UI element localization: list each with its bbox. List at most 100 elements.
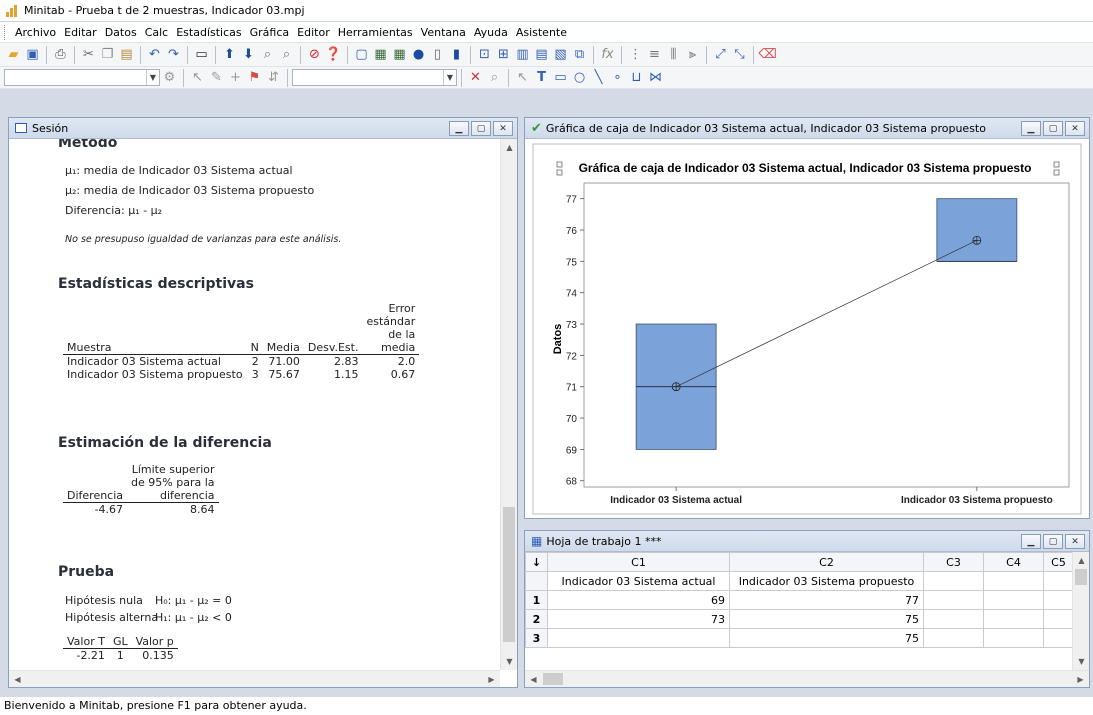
eraser-icon[interactable]: ⌫ <box>758 46 776 63</box>
menu-ayuda[interactable]: Ayuda <box>470 22 512 43</box>
polygon-tool-icon[interactable]: ⊔ <box>628 69 645 86</box>
menu-herramientas[interactable]: Herramientas <box>334 22 417 43</box>
font-combo[interactable]: ▼ <box>4 69 160 86</box>
insert-rows-icon[interactable]: ≡ <box>646 46 663 63</box>
minimize-icon[interactable]: ▁ <box>1021 534 1041 549</box>
marker-tool-icon[interactable]: ∘ <box>609 69 626 86</box>
column-name-c5[interactable] <box>1043 571 1074 591</box>
column-header-c4[interactable]: C4 <box>983 552 1044 572</box>
history-icon[interactable]: ▯ <box>429 46 446 63</box>
row-number[interactable]: 1 <box>525 590 548 610</box>
find-icon[interactable]: ⌕ <box>259 46 276 63</box>
rectangle-tool-icon[interactable]: ▭ <box>552 69 569 86</box>
cell-c3[interactable] <box>923 609 984 629</box>
arrow-down-icon[interactable]: ⬇ <box>240 46 257 63</box>
move-columns-icon[interactable]: ⫸ <box>684 46 701 63</box>
cell-c5[interactable] <box>1043 590 1074 610</box>
worksheet-horizontal-scrollbar[interactable]: ◀ ▶ <box>525 670 1089 687</box>
arrow-up-icon[interactable]: ⬆ <box>221 46 238 63</box>
window-icon[interactable]: ▭ <box>193 46 210 63</box>
open-folder-icon[interactable]: ▰ <box>5 46 22 63</box>
scroll-thumb[interactable] <box>503 507 515 642</box>
scroll-up-icon[interactable]: ▲ <box>1073 552 1089 569</box>
menu-asistente[interactable]: Asistente <box>512 22 571 43</box>
undo-icon[interactable]: ↶ <box>146 46 163 63</box>
scroll-right-icon[interactable]: ▶ <box>1072 671 1089 688</box>
graph-element-combo[interactable]: ▼ <box>292 69 457 86</box>
session-vertical-scrollbar[interactable]: ▲ ▼ <box>500 139 517 670</box>
column-header-c5[interactable]: C5 <box>1043 552 1074 572</box>
chevron-down-icon[interactable]: ▼ <box>146 70 159 85</box>
column-header-c2[interactable]: C2 <box>729 552 924 572</box>
scroll-left-icon[interactable]: ◀ <box>525 671 542 688</box>
column-header-c1[interactable]: C1 <box>547 552 730 572</box>
info-icon[interactable]: ● <box>410 46 427 63</box>
line-tool-icon[interactable]: ╲ <box>590 69 607 86</box>
brush-set-icon[interactable]: ⇵ <box>265 69 282 86</box>
scroll-up-icon[interactable]: ▲ <box>501 139 517 156</box>
scroll-down-icon[interactable]: ▼ <box>501 653 517 670</box>
column-name-c4[interactable] <box>983 571 1044 591</box>
magnifier-icon[interactable]: ⌕ <box>486 69 503 86</box>
redo-icon[interactable]: ↷ <box>165 46 182 63</box>
insert-columns-icon[interactable]: ⫼ <box>665 46 682 63</box>
scroll-left-icon[interactable]: ◀ <box>9 671 26 687</box>
flag-icon[interactable]: ⚑ <box>246 69 263 86</box>
menu-archivo[interactable]: Archivo <box>11 22 60 43</box>
cancel-icon[interactable]: ⊘ <box>306 46 323 63</box>
copy-icon[interactable]: ❐ <box>99 46 116 63</box>
chart-title[interactable]: Gráfica de caja de Indicador 03 Sistema … <box>579 161 1032 175</box>
find-replace-icon[interactable]: ⌕ <box>278 46 295 63</box>
cell-c2[interactable]: 77 <box>729 590 924 610</box>
column-name-c3[interactable] <box>923 571 984 591</box>
menu-editar[interactable]: Editar <box>60 22 101 43</box>
close-red-icon[interactable]: ✕ <box>467 69 484 86</box>
print-icon[interactable]: ⎙ <box>52 46 69 63</box>
text-tool-icon[interactable]: T <box>533 69 550 86</box>
matrices-icon[interactable]: ▧ <box>552 46 569 63</box>
cell-c5[interactable] <box>1043 609 1074 629</box>
graphs-icon[interactable]: ▦ <box>391 46 408 63</box>
cell-c4[interactable] <box>983 590 1044 610</box>
pencil-icon[interactable]: ✎ <box>208 69 225 86</box>
cell-c3[interactable] <box>923 590 984 610</box>
cell-c2[interactable]: 75 <box>729 609 924 629</box>
ellipse-tool-icon[interactable]: ○ <box>571 69 588 86</box>
cell-c3[interactable] <box>923 628 984 648</box>
column-name-c2[interactable]: Indicador 03 Sistema propuesto <box>729 571 924 591</box>
select-arrow-icon[interactable]: ↖ <box>189 69 206 86</box>
close-icon[interactable]: ✕ <box>1065 534 1085 549</box>
session-window-icon[interactable]: ▢ <box>353 46 370 63</box>
cut-icon[interactable]: ✂ <box>80 46 97 63</box>
worksheet-vertical-scrollbar[interactable]: ▲ ▼ <box>1072 552 1089 670</box>
columns-icon[interactable]: ▥ <box>514 46 531 63</box>
graph-brush-icon[interactable]: ⤡ <box>731 46 748 63</box>
save-icon[interactable]: ▣ <box>24 46 41 63</box>
paste-icon[interactable]: ▤ <box>118 46 135 63</box>
column-name-c1[interactable]: Indicador 03 Sistema actual <box>547 571 730 591</box>
session-horizontal-scrollbar[interactable]: ◀ ▶ <box>9 670 500 687</box>
cell-c1[interactable]: 69 <box>547 590 730 610</box>
cell-c1[interactable] <box>547 628 730 648</box>
menu-ventana[interactable]: Ventana <box>417 22 470 43</box>
design-icon[interactable]: ⧉ <box>571 46 588 63</box>
scroll-thumb[interactable] <box>1075 569 1087 585</box>
cell-c2[interactable]: 75 <box>729 628 924 648</box>
direction-arrow-icon[interactable]: ↓ <box>525 552 548 572</box>
row-number[interactable]: 2 <box>525 609 548 629</box>
cell-c4[interactable] <box>983 628 1044 648</box>
maximize-icon[interactable]: ▢ <box>471 121 491 136</box>
scroll-right-icon[interactable]: ▶ <box>483 671 500 687</box>
boxplot-chart[interactable]: Gráfica de caja de Indicador 03 Sistema … <box>525 139 1089 518</box>
cell-c4[interactable] <box>983 609 1044 629</box>
menu-editor[interactable]: Editor <box>293 22 334 43</box>
worksheet-icon[interactable]: ▦ <box>372 46 389 63</box>
help-icon[interactable]: ❓ <box>325 46 342 63</box>
edit-graph-icon[interactable]: ⤢ <box>712 46 729 63</box>
close-icon[interactable]: ✕ <box>1065 121 1085 136</box>
project-manager-icon[interactable]: ▮ <box>448 46 465 63</box>
cell-c5[interactable] <box>1043 628 1074 648</box>
minimize-icon[interactable]: ▁ <box>449 121 469 136</box>
polyline-tool-icon[interactable]: ⋈ <box>647 69 664 86</box>
insert-cells-icon[interactable]: ⋮ <box>627 46 644 63</box>
